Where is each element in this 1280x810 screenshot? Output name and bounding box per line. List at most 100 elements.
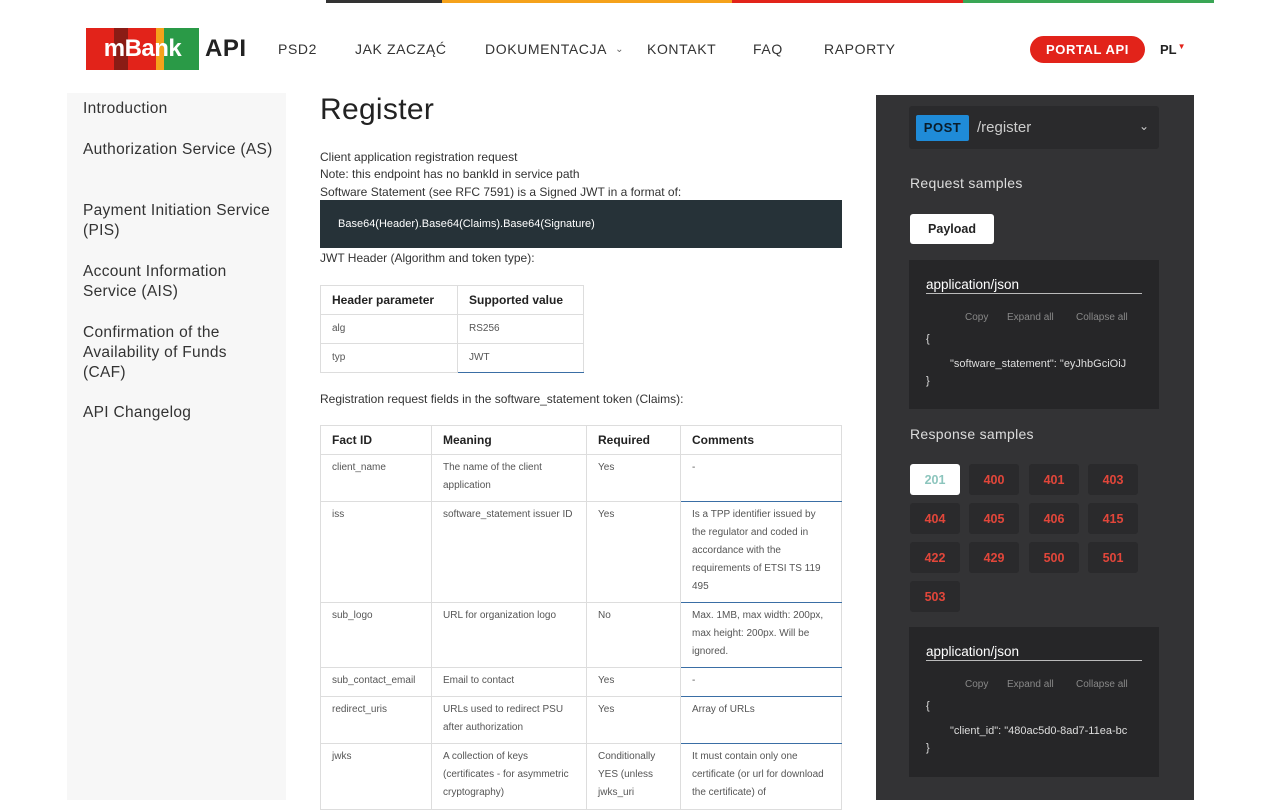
- collapse-all-button[interactable]: Collapse all: [1076, 312, 1128, 323]
- table-cell: Max. 1MB, max width: 200px, max height: …: [680, 602, 842, 668]
- jwt-format-code: Base64(Header).Base64(Claims).Base64(Sig…: [320, 200, 842, 248]
- table-cell: sub_contact_email: [320, 667, 432, 697]
- language-label: PL: [1160, 42, 1177, 57]
- response-code-422[interactable]: 422: [910, 542, 960, 573]
- response-code-201[interactable]: 201: [910, 464, 960, 495]
- portal-api-button[interactable]: PORTAL API: [1030, 36, 1145, 63]
- endpoint-selector[interactable]: POST /register ⌄: [909, 106, 1159, 149]
- http-method-badge: POST: [916, 114, 969, 141]
- response-code-415[interactable]: 415: [1088, 503, 1138, 534]
- table-cell: Yes: [586, 696, 681, 744]
- table-cell: The name of the client application: [431, 454, 587, 502]
- nav-dokumentacja-label: DOKUMENTACJA: [485, 41, 608, 57]
- table-row: sub_logo URL for organization logo No Ma…: [320, 602, 842, 668]
- table-cell: redirect_uris: [320, 696, 432, 744]
- table-cell: RS256: [457, 314, 584, 344]
- description-line: Client application registration request: [320, 150, 518, 164]
- column-header: Supported value: [457, 285, 584, 315]
- table-row: client_name The name of the client appli…: [320, 454, 842, 502]
- response-code-403[interactable]: 403: [1088, 464, 1138, 495]
- endpoint-path: /register: [977, 119, 1032, 136]
- nav-raporty[interactable]: RAPORTY: [824, 41, 896, 57]
- sidebar-item-confirmation-of-funds[interactable]: Confirmation of the Availability of Fund…: [83, 323, 263, 383]
- payload-tab[interactable]: Payload: [910, 214, 994, 244]
- description-line: Note: this endpoint has no bankId in ser…: [320, 167, 580, 181]
- nav-psd2[interactable]: PSD2: [278, 41, 317, 57]
- table-cell: Is a TPP identifier issued by the regula…: [680, 501, 842, 603]
- json-brace: }: [926, 742, 930, 754]
- table-row: iss software_statement issuer ID Yes Is …: [320, 501, 842, 603]
- content-type-selector[interactable]: application/json: [926, 644, 1142, 661]
- table-cell: Email to contact: [431, 667, 587, 697]
- response-code-429[interactable]: 429: [969, 542, 1019, 573]
- language-selector[interactable]: PL▼: [1160, 42, 1186, 57]
- mbank-api-logo[interactable]: mBank API: [86, 28, 247, 70]
- table-cell: -: [680, 667, 842, 697]
- column-header: Meaning: [431, 425, 587, 455]
- table-cell: typ: [320, 343, 458, 373]
- collapse-all-button[interactable]: Collapse all: [1076, 679, 1128, 690]
- nav-kontakt[interactable]: KONTAKT: [647, 41, 716, 57]
- table-cell: software_statement issuer ID: [431, 501, 587, 603]
- json-brace: {: [926, 700, 930, 712]
- claims-table: Fact ID Meaning Required Comments client…: [320, 425, 842, 810]
- table-cell: URL for organization logo: [431, 602, 587, 668]
- table-cell: URLs used to redirect PSU after authoriz…: [431, 696, 587, 744]
- description-line: Software Statement (see RFC 7591) is a S…: [320, 185, 682, 199]
- content-type-selector[interactable]: application/json: [926, 277, 1142, 294]
- claims-label: Registration request fields in the softw…: [320, 392, 684, 406]
- table-row: typ JWT: [320, 343, 584, 373]
- column-header: Comments: [680, 425, 842, 455]
- sidebar-item-api-changelog[interactable]: API Changelog: [83, 403, 273, 423]
- jwt-header-label: JWT Header (Algorithm and token type):: [320, 251, 535, 265]
- table-cell: client_name: [320, 454, 432, 502]
- response-code-401[interactable]: 401: [1029, 464, 1079, 495]
- table-header-row: Header parameter Supported value: [320, 285, 584, 315]
- table-cell: JWT: [457, 343, 584, 373]
- table-cell: iss: [320, 501, 432, 603]
- copy-button[interactable]: Copy: [965, 679, 988, 690]
- json-field-line: "client_id": "480ac5d0-8ad7-11ea-bc: [950, 725, 1128, 737]
- response-code-405[interactable]: 405: [969, 503, 1019, 534]
- logo-mark: mBank: [86, 28, 199, 70]
- caret-down-icon: ▼: [1177, 42, 1186, 51]
- sidebar-item-account-information[interactable]: Account Information Service (AIS): [83, 262, 273, 302]
- response-code-503[interactable]: 503: [910, 581, 960, 612]
- response-code-404[interactable]: 404: [910, 503, 960, 534]
- response-code-500[interactable]: 500: [1029, 542, 1079, 573]
- nav-faq[interactable]: FAQ: [753, 41, 783, 57]
- nav-dokumentacja[interactable]: DOKUMENTACJA ⌄: [485, 41, 624, 57]
- response-samples-heading: Response samples: [910, 426, 1034, 442]
- response-json-sample: application/json Copy Expand all Collaps…: [909, 627, 1159, 777]
- table-cell: sub_logo: [320, 602, 432, 668]
- request-json-sample: application/json Copy Expand all Collaps…: [909, 260, 1159, 409]
- table-header-row: Fact ID Meaning Required Comments: [320, 425, 842, 455]
- table-row: redirect_uris URLs used to redirect PSU …: [320, 696, 842, 744]
- copy-button[interactable]: Copy: [965, 312, 988, 323]
- column-header: Header parameter: [320, 285, 458, 315]
- table-row: alg RS256: [320, 314, 584, 344]
- expand-all-button[interactable]: Expand all: [1007, 312, 1054, 323]
- logo-api-text: API: [205, 35, 247, 62]
- request-samples-heading: Request samples: [910, 175, 1023, 191]
- chevron-down-icon: ⌄: [1138, 119, 1149, 133]
- table-row: sub_contact_email Email to contact Yes -: [320, 667, 842, 697]
- response-code-400[interactable]: 400: [969, 464, 1019, 495]
- site-header: mBank API PSD2 JAK ZACZĄĆ DOKUMENTACJA ⌄ …: [0, 3, 1280, 93]
- table-cell: Yes: [586, 454, 681, 502]
- response-code-501[interactable]: 501: [1088, 542, 1138, 573]
- expand-all-button[interactable]: Expand all: [1007, 679, 1054, 690]
- sidebar-item-authorization-service[interactable]: Authorization Service (AS): [83, 140, 273, 160]
- chevron-down-icon: ⌄: [615, 44, 625, 55]
- sidebar-item-payment-initiation[interactable]: Payment Initiation Service (PIS): [83, 201, 273, 241]
- table-cell: alg: [320, 314, 458, 344]
- response-code-406[interactable]: 406: [1029, 503, 1079, 534]
- json-field-line: "software_statement": "eyJhbGciOiJ: [950, 358, 1127, 370]
- nav-jak-zaczac[interactable]: JAK ZACZĄĆ: [355, 41, 447, 57]
- table-cell: Array of URLs: [680, 696, 842, 744]
- column-header: Fact ID: [320, 425, 432, 455]
- table-cell: Yes: [586, 667, 681, 697]
- sidebar-item-introduction[interactable]: Introduction: [83, 99, 273, 119]
- samples-panel: POST /register ⌄ Request samples Payload…: [876, 95, 1194, 800]
- table-cell: Yes: [586, 501, 681, 603]
